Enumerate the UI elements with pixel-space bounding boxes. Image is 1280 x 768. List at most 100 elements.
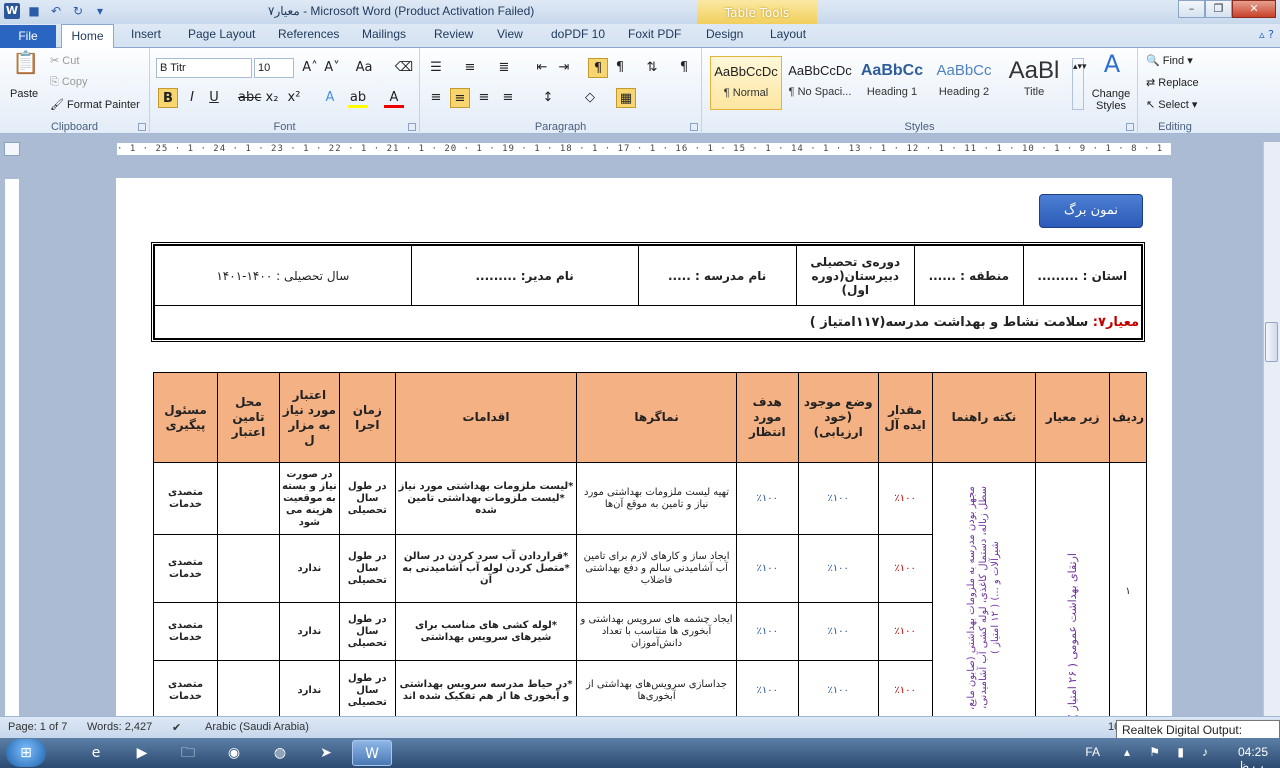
tab-home[interactable]: Home [61,24,114,49]
word-taskbar-icon[interactable]: W [352,740,392,766]
paste-button[interactable]: Paste [10,88,38,100]
clear-formatting-icon[interactable]: ⌫ [394,58,414,78]
clock[interactable]: 04:25 ب.ظ [1238,745,1268,768]
bullets-icon[interactable]: ☰ [426,58,446,78]
word-count[interactable]: Words: 2,427 [87,721,152,733]
cut-button[interactable]: ✂ Cut [50,54,79,67]
find-button[interactable]: 🔍 Find ▾ [1146,54,1193,67]
numbering-icon[interactable]: ≡ [460,58,480,78]
chrome-icon[interactable]: ◉ [214,740,254,766]
borders-icon[interactable]: ▦ [616,88,636,108]
masool-cell: متصدی خدمات [152,602,219,661]
align-left-icon[interactable]: ≡ [426,88,446,108]
align-center-icon[interactable]: ≡ [450,88,470,108]
select-button[interactable]: ↖ Select ▾ [1146,98,1197,111]
copy-button[interactable]: ⎘ Copy [50,76,88,89]
telegram-icon[interactable]: ➤ [306,740,346,766]
word-logo-icon[interactable]: W [4,3,20,19]
redo-icon[interactable]: ↻ [70,3,86,19]
format-painter-button[interactable]: 🖌 Format Painter [50,98,140,111]
paragraph-label: Paragraph [534,121,587,133]
tab-dopdf[interactable]: doPDF 10 [551,27,605,41]
replace-button[interactable]: ⇄ Replace [1146,76,1199,89]
font-size-combo[interactable]: 10 [254,58,294,78]
show-marks-icon[interactable]: ¶ [674,58,694,78]
undo-icon[interactable]: ↶ [48,3,64,19]
tab-selector-icon[interactable] [4,142,20,156]
close-button[interactable]: ✕ [1232,0,1276,18]
horizontal-ruler[interactable]: · 1 · 25 · 1 · 24 · 1 · 23 · 1 · 22 · 1 … [116,142,1172,156]
clipboard-launcher-icon[interactable] [138,123,146,131]
grow-font-icon[interactable]: A˄ [300,58,320,78]
tab-foxit-pdf[interactable]: Foxit PDF [628,27,681,41]
superscript-icon[interactable]: x² [284,88,304,108]
text-effects-icon[interactable]: A [320,88,340,108]
tab-references[interactable]: References [278,27,339,41]
change-case-icon[interactable]: Aa [354,58,374,78]
customize-qat-icon[interactable]: ▾ [92,3,108,19]
shrink-font-icon[interactable]: A˅ [322,58,342,78]
line-spacing-icon[interactable]: ↕ [538,88,558,108]
font-color-icon[interactable]: A [384,88,404,108]
rtl-icon[interactable]: ¶ [588,58,608,78]
italic-icon[interactable]: I [182,88,202,108]
tab-mailings[interactable]: Mailings [362,27,406,41]
styles-launcher-icon[interactable] [1126,123,1134,131]
increase-indent-icon[interactable]: ⇥ [554,58,574,78]
underline-icon[interactable]: U [204,88,224,108]
page-count[interactable]: Page: 1 of 7 [8,721,67,733]
tray-arrow-icon[interactable]: ▴ [1124,745,1130,759]
change-styles-button[interactable]: Change Styles [1088,88,1134,112]
media-player-icon[interactable]: ▶ [122,740,162,766]
paragraph-launcher-icon[interactable] [690,123,698,131]
style-heading-1[interactable]: AaBbCc Heading 1 [856,56,928,110]
style-title[interactable]: AaBl Title [998,56,1070,110]
col-header: ردیف [1109,372,1147,463]
tab-file[interactable]: File [0,25,56,48]
style-normal[interactable]: AaBbCcDc ¶ Normal [710,56,782,110]
ltr-icon[interactable]: ¶ [610,58,630,78]
change-styles-icon[interactable]: A [1098,52,1126,82]
tab-review[interactable]: Review [434,27,473,41]
font-launcher-icon[interactable] [408,123,416,131]
minimize-button[interactable]: – [1178,0,1205,18]
subscript-icon[interactable]: x₂ [262,88,282,108]
help-icon[interactable]: ▵ ? [1259,28,1274,41]
network-icon[interactable]: ▮ [1177,745,1184,759]
font-name-combo[interactable]: B Titr [156,58,252,78]
style-no-spacing[interactable]: AaBbCcDc ¶ No Spaci... [784,56,856,110]
bold-icon[interactable]: B [158,88,178,108]
decrease-indent-icon[interactable]: ⇤ [532,58,552,78]
justify-icon[interactable]: ≡ [498,88,518,108]
tab-design[interactable]: Design [706,27,743,41]
tab-page-layout[interactable]: Page Layout [188,27,255,41]
row-number-cell: ۱ [1109,462,1147,718]
tab-view[interactable]: View [497,27,523,41]
sort-icon[interactable]: ⇅ [642,58,662,78]
language-status[interactable]: Arabic (Saudi Arabia) [205,721,309,733]
proofing-icon[interactable]: ✔ [172,721,181,734]
restore-button[interactable]: ❐ [1205,0,1232,18]
save-icon[interactable]: ■ [26,3,42,19]
align-right-icon[interactable]: ≡ [474,88,494,108]
tab-insert[interactable]: Insert [131,27,161,41]
strikethrough-icon[interactable]: abc [238,88,261,108]
multilevel-list-icon[interactable]: ≣ [494,58,514,78]
document-page[interactable]: نمون برگ استان : ......... منطقه : .....… [116,178,1172,718]
vertical-ruler[interactable] [4,178,20,718]
input-language[interactable]: FA [1085,745,1100,759]
styles-scroll-icon[interactable]: ▴▾▾ [1072,58,1087,110]
highlight-icon[interactable]: ab [348,88,368,108]
shading-icon[interactable]: ◇ [580,88,600,108]
volume-icon[interactable]: ♪ [1202,745,1208,759]
scroll-thumb[interactable] [1265,322,1278,362]
style-heading-2[interactable]: AaBbCc Heading 2 [928,56,1000,110]
tab-layout[interactable]: Layout [770,27,806,41]
ie-icon[interactable]: e [76,740,116,766]
flag-icon[interactable]: ⚑ [1149,745,1160,759]
vertical-scrollbar[interactable] [1263,142,1280,716]
firefox-icon[interactable]: ◍ [260,740,300,766]
start-button[interactable]: ⊞ [6,739,46,767]
paste-icon[interactable]: 📋 [12,53,40,84]
explorer-icon[interactable]: 🗀 [168,740,208,766]
